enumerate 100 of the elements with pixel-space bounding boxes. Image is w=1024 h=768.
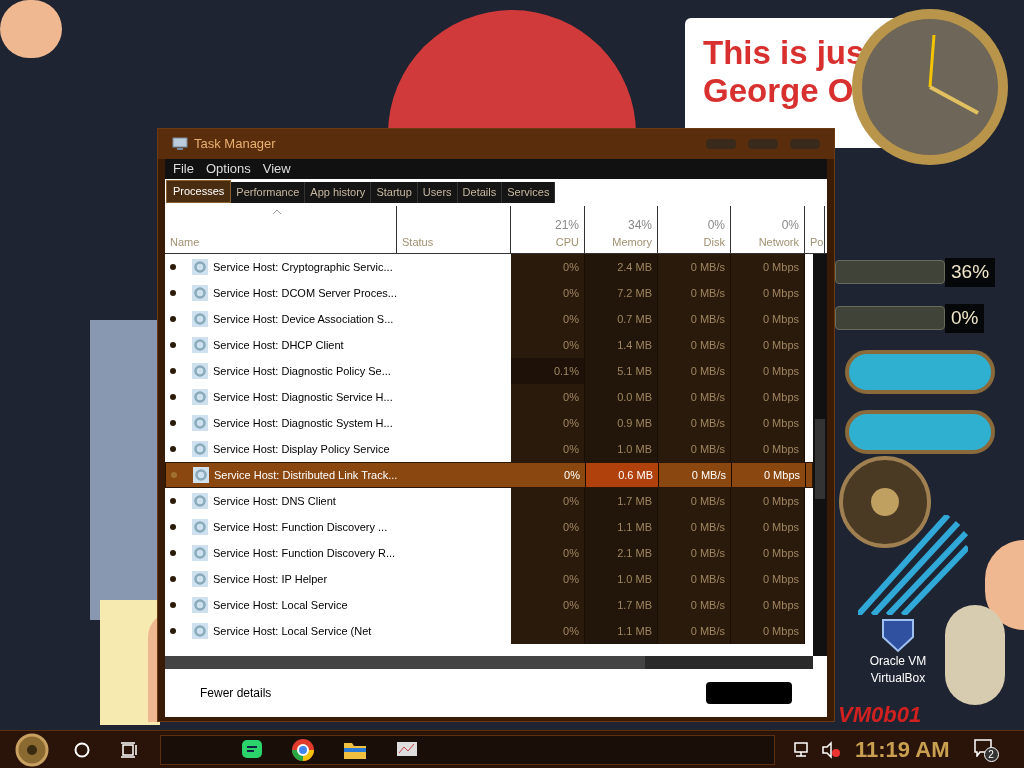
table-cell: 0% <box>511 332 585 358</box>
chat-bubble-icon[interactable] <box>241 738 263 761</box>
table-row[interactable]: Service Host: Local Service 0% 1.7 MB 0 MB/s 0 Mbps <box>165 592 813 618</box>
speaker-muted-icon[interactable] <box>821 740 841 759</box>
table-row[interactable]: Service Host: IP Helper 0% 1.0 MB 0 MB/s 0 Mbps <box>165 566 813 592</box>
table-row[interactable]: Service Host: Diagnostic Service H... 0% 0.0 MB 0 MB/s 0 Mbps <box>165 384 813 410</box>
process-name: Service Host: Device Association S... <box>213 311 394 327</box>
table-row[interactable]: Service Host: Local Service (Net 0% 1.1 MB 0 MB/s 0 Mbps <box>165 618 813 644</box>
bullet-icon <box>170 498 176 504</box>
horizontal-scrollbar[interactable] <box>165 656 813 669</box>
process-name: Service Host: Local Service (Net <box>213 623 372 639</box>
tab[interactable]: Services <box>502 182 556 203</box>
table-cell: 0 MB/s <box>658 306 731 332</box>
bullet-icon <box>170 628 176 634</box>
cartoon-avatar <box>0 0 62 58</box>
bullet-icon <box>170 394 176 400</box>
search-circle-icon[interactable] <box>74 741 90 758</box>
table-cell: 0 Mbps <box>731 488 805 514</box>
note-text: George O <box>703 72 855 110</box>
tab[interactable]: App history <box>305 182 372 203</box>
table-cell: 0% <box>511 254 585 280</box>
process-name: Service Host: DHCP Client <box>213 337 344 353</box>
gear-icon <box>192 441 208 457</box>
monitor-icon <box>172 137 188 151</box>
menu-item[interactable]: Options <box>205 159 251 179</box>
scrollbar-thumb[interactable] <box>815 419 825 499</box>
process-name: Service Host: Diagnostic System H... <box>213 415 393 431</box>
table-row[interactable]: Service Host: Cryptographic Servic... 0% 2.4 MB 0 MB/s 0 Mbps <box>165 254 813 280</box>
gear-icon <box>192 311 208 327</box>
process-name: Service Host: Function Discovery R... <box>213 545 396 561</box>
column-total: 34% <box>627 216 652 234</box>
table-cell: 0 MB/s <box>658 540 731 566</box>
process-name: Service Host: Local Service <box>213 597 348 613</box>
table-row[interactable]: Service Host: Diagnostic System H... 0% 0.9 MB 0 MB/s 0 Mbps <box>165 410 813 436</box>
menu-item[interactable]: File <box>173 159 194 179</box>
taskbar-clock[interactable]: 11:19 AM <box>855 733 950 766</box>
table-cell: 0 Mbps <box>731 566 805 592</box>
gear-icon <box>192 337 208 353</box>
tab[interactable]: Processes <box>166 180 232 203</box>
table-row[interactable]: Service Host: Display Policy Service 0% 1.0 MB 0 MB/s 0 Mbps <box>165 436 813 462</box>
desktop-icon-label[interactable]: Oracle VM VirtualBox <box>858 653 938 687</box>
table-cell: 0 Mbps <box>732 463 806 487</box>
bullet-icon <box>170 550 176 556</box>
table-cell: 0 MB/s <box>658 332 731 358</box>
table-cell: 0% <box>511 488 585 514</box>
table-row[interactable]: Service Host: Distributed Link Track... 0% 0.6 MB 0 MB/s 0 Mbps <box>165 462 813 488</box>
tab[interactable]: Startup <box>371 182 418 203</box>
table-cell: 0 MB/s <box>658 358 731 384</box>
table-cell: 0 Mbps <box>731 254 805 280</box>
fewer-details-link[interactable]: Fewer details <box>200 684 272 702</box>
table-cell: 1.4 MB <box>585 332 658 358</box>
gauge-reading: 0% <box>945 304 985 333</box>
table-row[interactable]: Service Host: DNS Client 0% 1.7 MB 0 MB/s 0 Mbps <box>165 488 813 514</box>
table-cell: 0 Mbps <box>731 358 805 384</box>
task-view-icon[interactable] <box>120 741 138 758</box>
table-cell: 0 Mbps <box>731 540 805 566</box>
vertical-scrollbar[interactable] <box>813 254 827 656</box>
notification-icon[interactable] <box>973 738 992 757</box>
table-cell: 0 Mbps <box>731 410 805 436</box>
table-cell: 0 Mbps <box>731 436 805 462</box>
table-row[interactable]: Service Host: Diagnostic Policy Se... 0.1% 5.1 MB 0 MB/s 0 Mbps <box>165 358 813 384</box>
bullet-icon <box>170 264 176 270</box>
table-cell: 0 MB/s <box>658 592 731 618</box>
table-cell: 0 MB/s <box>658 488 731 514</box>
gauge-reading: 36% <box>945 258 996 287</box>
menu-item[interactable]: View <box>262 159 291 179</box>
scrollbar-thumb[interactable] <box>165 656 645 669</box>
table-row[interactable]: Service Host: DCOM Server Proces... 0% 7.2 MB 0 MB/s 0 Mbps <box>165 280 813 306</box>
table-row[interactable]: Service Host: Device Association S... 0% 0.7 MB 0 MB/s 0 Mbps <box>165 306 813 332</box>
process-name: Service Host: Display Policy Service <box>213 441 390 457</box>
gear-icon <box>192 597 208 613</box>
tab[interactable]: Performance <box>231 182 306 203</box>
table-cell: 0 Mbps <box>731 332 805 358</box>
column-total: 0% <box>781 216 799 234</box>
gear-icon <box>192 415 208 431</box>
table-row[interactable]: Service Host: DHCP Client 0% 1.4 MB 0 MB/s 0 Mbps <box>165 332 813 358</box>
table-cell: 0 Mbps <box>731 592 805 618</box>
bullet-icon <box>170 524 176 530</box>
table-cell: 0.1% <box>511 358 585 384</box>
browser-icon[interactable] <box>291 737 315 762</box>
table-cell: 0% <box>511 436 585 462</box>
table-cell: 0 Mbps <box>731 618 805 644</box>
table-cell: 1.0 MB <box>585 566 658 592</box>
table-cell: 0 MB/s <box>658 514 731 540</box>
process-name: Service Host: Diagnostic Service H... <box>213 389 393 405</box>
window-title: Task Manager <box>194 135 276 154</box>
bullet-icon <box>171 472 177 478</box>
tab[interactable]: Details <box>457 182 503 203</box>
table-row[interactable]: Service Host: Function Discovery ... 0% 1.1 MB 0 MB/s 0 Mbps <box>165 514 813 540</box>
tab[interactable]: Users <box>417 182 458 203</box>
table-row[interactable]: Service Host: Function Discovery R... 0% 2.1 MB 0 MB/s 0 Mbps <box>165 540 813 566</box>
bullet-icon <box>170 342 176 348</box>
table-cell: 0 MB/s <box>658 280 731 306</box>
sort-caret-icon[interactable] <box>272 209 282 215</box>
column-total: 21% <box>554 216 579 234</box>
table-cell: 0 MB/s <box>658 566 731 592</box>
bullet-icon <box>170 368 176 374</box>
gear-icon <box>192 493 208 509</box>
gear-icon <box>192 285 208 301</box>
notification-badge: 2 <box>983 746 999 762</box>
